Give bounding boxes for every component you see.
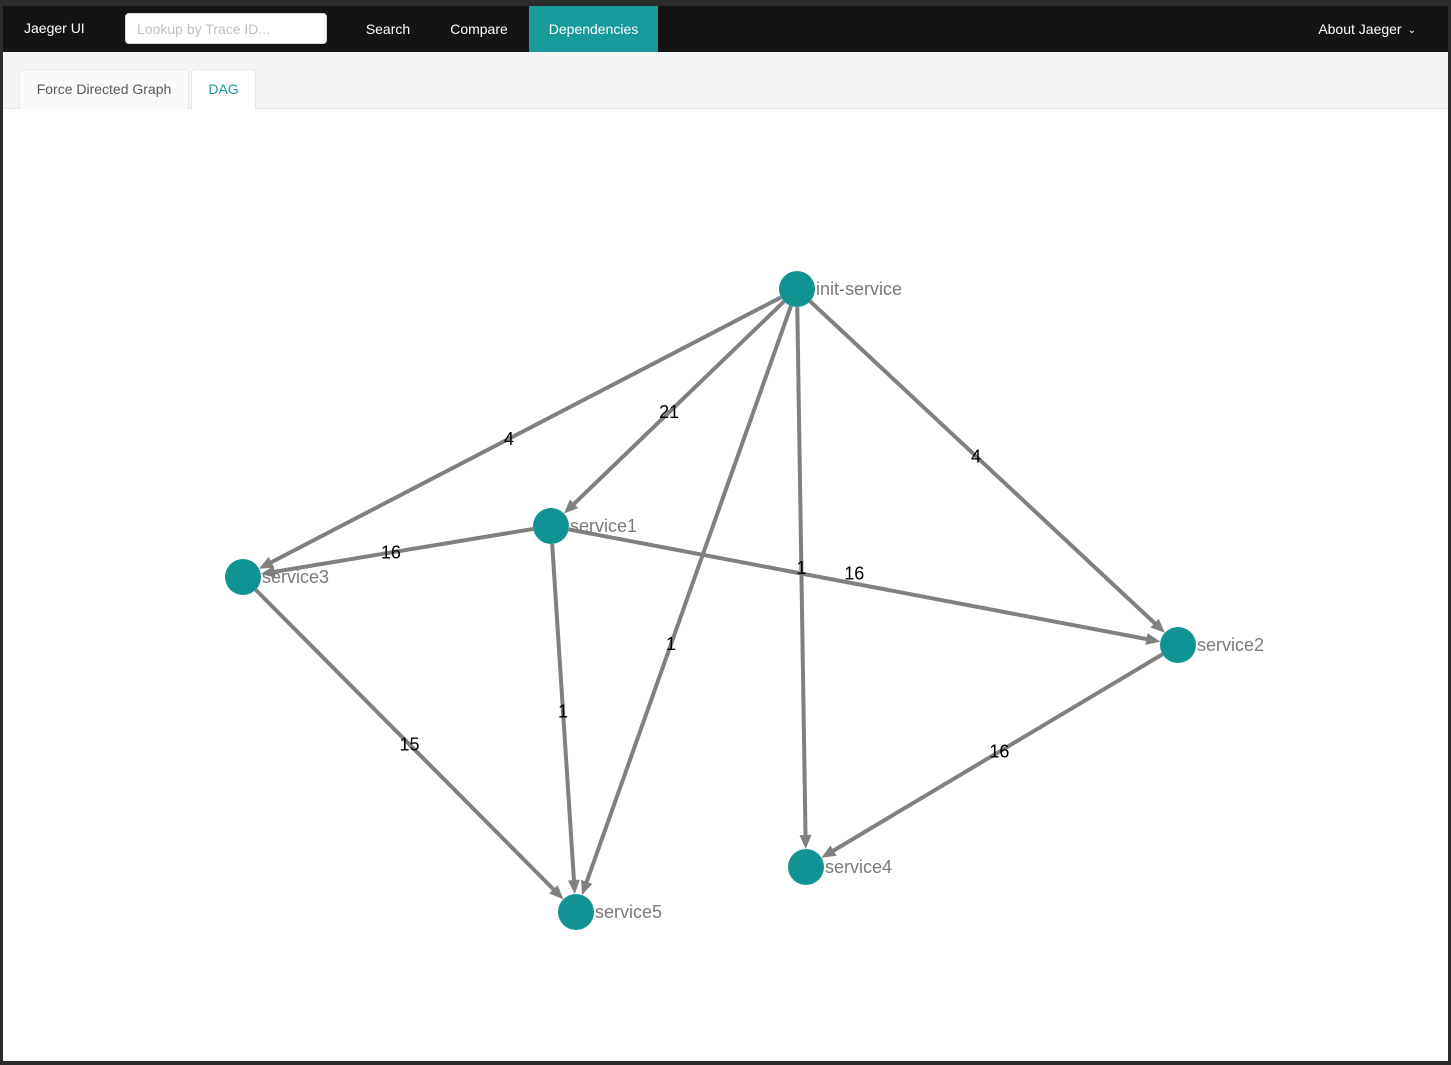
dependency-dag-graph: 4 21 1 1 4 16 16 1 15 16 init-service service1 serv… [225,271,1264,930]
service-node-circle[interactable] [558,894,594,930]
edge-call-count-label: 4 [504,429,514,449]
edge-arrowhead [1145,633,1161,645]
service-node-label: service5 [595,902,662,922]
about-jaeger-menu[interactable]: About Jaeger ⌄ [1318,6,1416,52]
edge-call-count-label: 1 [796,558,806,578]
service-node-circle[interactable] [533,508,569,544]
tab-force-directed-graph[interactable]: Force Directed Graph [19,69,189,109]
edge-call-count-label: 15 [399,735,419,755]
chevron-down-icon: ⌄ [1407,25,1416,36]
top-nav-bar: Jaeger UI Search Compare Dependencies Ab… [3,6,1448,52]
node-service2[interactable]: service2 [1160,627,1264,663]
tab-dag[interactable]: DAG [191,69,256,110]
edge-service1-to-service3 [272,526,534,575]
service-node-label: service1 [570,516,637,536]
nav-dependencies[interactable]: Dependencies [529,6,658,52]
service-node-circle[interactable] [1160,627,1196,663]
service-node-label: service2 [1197,635,1264,655]
about-jaeger-label: About Jaeger [1318,21,1402,37]
graph-view-tabs: Force Directed Graph DAG [3,52,1448,110]
edge-call-count-label: 16 [844,563,864,583]
service-node-label: service3 [262,567,329,587]
edge-call-count-label: 4 [971,446,981,466]
edge-init-service-to-service3 [268,295,782,565]
edge-call-count-label: 1 [558,701,568,721]
service-node-label: service4 [825,857,892,877]
edge-service1-to-service2 [568,527,1149,642]
app-window: Jaeger UI Search Compare Dependencies Ab… [0,0,1451,1065]
node-init-service[interactable]: init-service [779,271,902,307]
service-node-label: init-service [816,279,902,299]
brand-link[interactable]: Jaeger UI [24,20,85,36]
edge-arrowhead [567,879,580,895]
nav-compare[interactable]: Compare [431,6,527,52]
edge-call-count-label: 21 [659,402,679,422]
edge-call-count-label: 1 [666,634,676,654]
edge-arrowhead [799,834,812,850]
edge-arrowhead [581,879,593,896]
nav-search[interactable]: Search [349,6,427,52]
service-node-circle[interactable] [788,849,824,885]
node-service5[interactable]: service5 [558,894,662,930]
service-node-circle[interactable] [779,271,815,307]
edge-call-count-label: 16 [989,742,1009,762]
service-node-circle[interactable] [225,559,261,595]
edge-call-count-label: 16 [381,543,401,563]
node-service4[interactable]: service4 [788,849,892,885]
trace-id-search-input[interactable] [125,13,327,44]
